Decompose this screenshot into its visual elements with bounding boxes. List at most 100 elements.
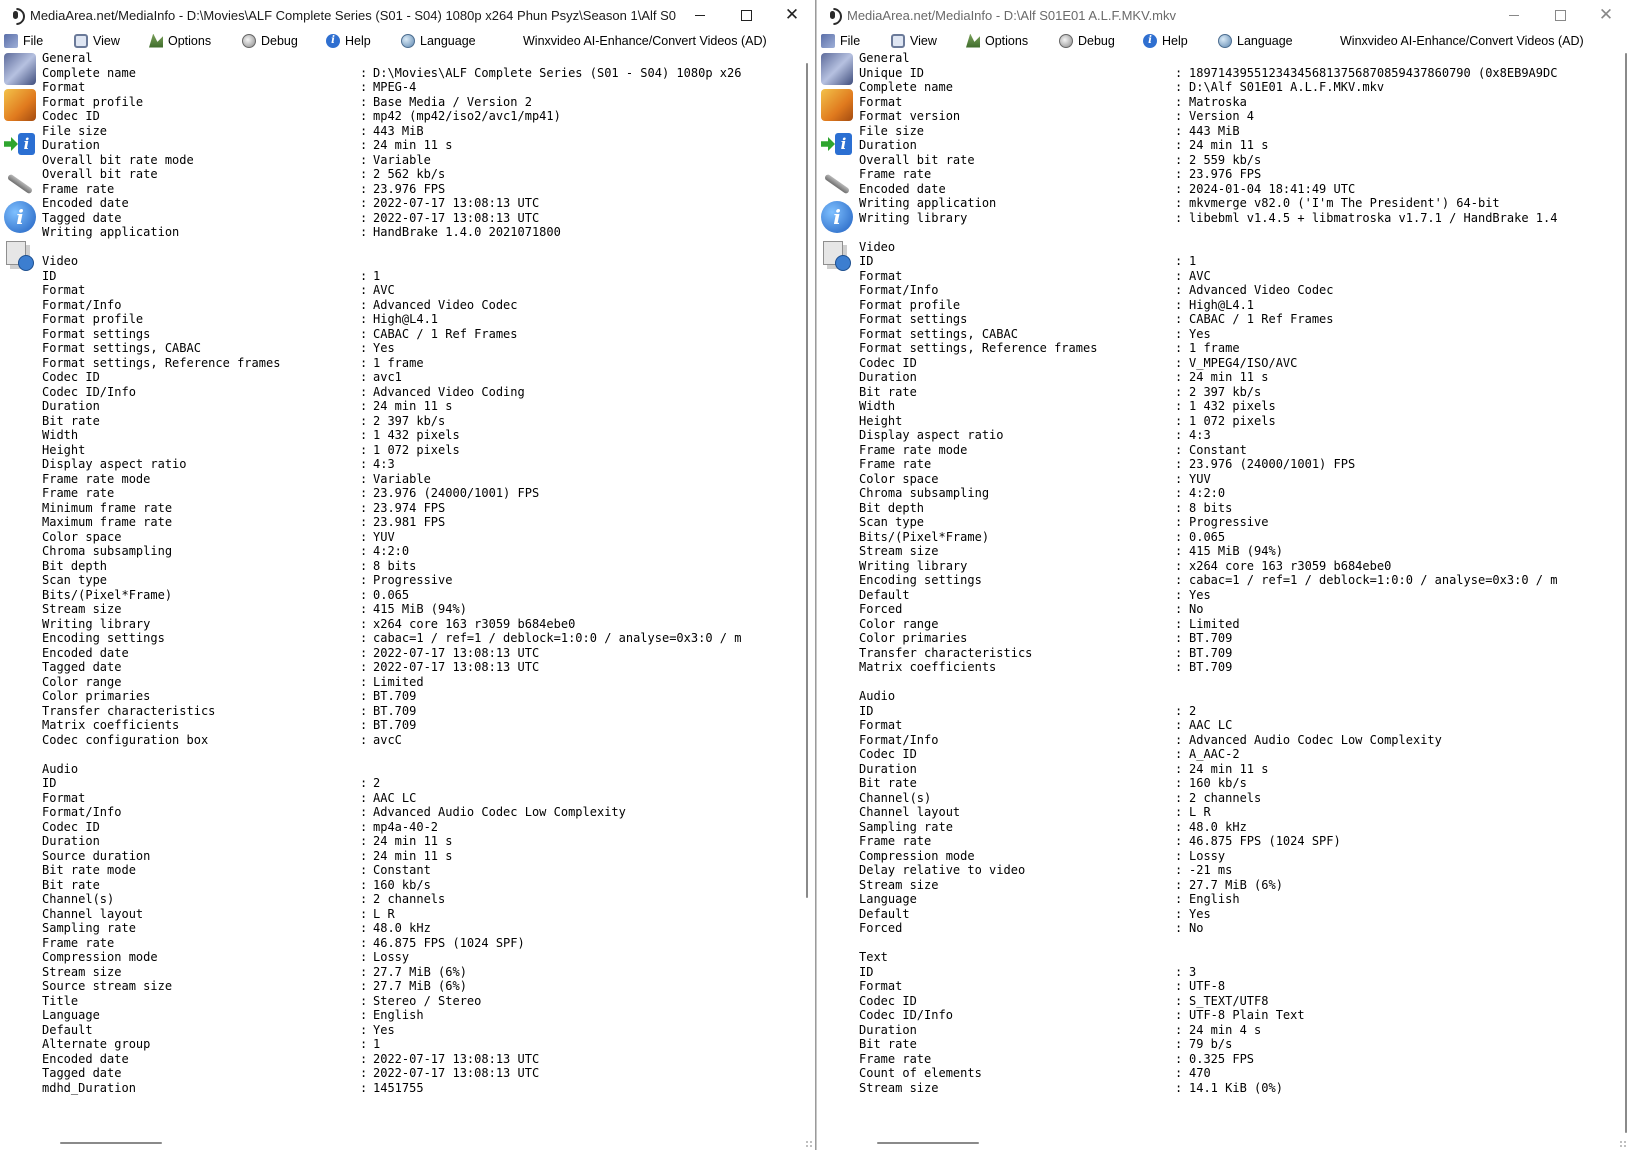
scrollbar-thumb[interactable] [877, 1142, 979, 1144]
info-value: L R [1189, 805, 1211, 819]
info-key: Frame rate [859, 167, 932, 181]
info-value: No [1189, 602, 1204, 616]
info-row: Language: English [859, 892, 1621, 907]
menu-language[interactable]: Language [401, 30, 521, 51]
info-key: Writing library [859, 210, 968, 225]
minimize-button[interactable] [677, 0, 723, 30]
menu-options[interactable]: Options [149, 30, 242, 51]
section-title: Video [859, 239, 896, 254]
scrollbar-thumb[interactable] [1625, 53, 1627, 1133]
tools-icon[interactable] [4, 167, 36, 199]
info-row: File size:443 MiB [42, 124, 800, 139]
menu-file[interactable]: File [4, 30, 74, 51]
separator-colon: : [360, 558, 368, 573]
info-value: 2 channels [373, 892, 446, 906]
minimize-button[interactable] [1491, 0, 1537, 30]
separator-colon: : [1175, 529, 1183, 544]
menu-view[interactable]: View [891, 30, 966, 51]
separator-colon: : [1175, 283, 1183, 297]
info-row: Frame rate:0.325 FPS [859, 1052, 1621, 1067]
window-title: MediaArea.net/MediaInfo - D:\Alf S01E01 … [847, 7, 1177, 23]
info-value: Yes [373, 1022, 395, 1037]
scrollbar-thumb[interactable] [806, 63, 808, 898]
separator-colon: : [360, 326, 368, 341]
separator-colon: : [1175, 152, 1183, 167]
info-key: Codec ID/Info [42, 384, 136, 399]
separator-colon: : [1175, 805, 1183, 819]
separator-colon: : [1175, 616, 1183, 631]
about-info-icon[interactable]: i [4, 201, 36, 233]
menu-debug[interactable]: Debug [242, 30, 326, 51]
info-value: English [373, 1008, 424, 1022]
info-key: Format/Info [859, 283, 939, 297]
file-icon [821, 33, 835, 48]
info-key: Bit rate [42, 413, 100, 428]
vertical-scrollbar[interactable] [803, 51, 811, 1136]
info-value: mkvmerge v82.0 ('I'm The President') 64-… [1189, 196, 1500, 210]
info-row: Codec ID: mp4a-40-2 [42, 820, 800, 835]
menu-language[interactable]: Language [1218, 30, 1338, 51]
menu-options-label: Options [985, 33, 1029, 48]
info-row: Maximum frame rate:23.981 FPS [42, 515, 800, 530]
info-key: Sampling rate [42, 921, 136, 935]
info-row: Format/Info: Advanced Audio Codec Low Com… [42, 805, 800, 820]
export-info-icon[interactable] [4, 129, 36, 161]
separator-colon: : [360, 297, 368, 312]
horizontal-scrollbar[interactable] [42, 1139, 803, 1147]
maximize-button[interactable] [723, 0, 769, 30]
resize-grip[interactable] [805, 1140, 813, 1148]
info-value: Yes [1189, 906, 1211, 921]
basic-view-icon[interactable] [4, 53, 36, 85]
sheet-view-icon[interactable] [4, 89, 36, 121]
info-key: Stream size [42, 964, 122, 979]
title-bar[interactable]: MediaArea.net/MediaInfo - D:\Movies\ALF … [0, 0, 815, 30]
sheet-view-icon[interactable] [821, 89, 853, 121]
info-value: D:\Movies\ALF Complete Series (S01 - S04… [373, 65, 742, 80]
tools-icon[interactable] [821, 167, 853, 199]
info-text-view[interactable]: General Unique ID:18971439551234345681375… [859, 51, 1621, 1139]
separator-colon: : [1175, 834, 1183, 848]
info-text-view[interactable]: General Complete name: D:\Movies\ALF Compl… [42, 51, 800, 1139]
menu-options[interactable]: Options [966, 30, 1059, 51]
separator-colon: : [1175, 631, 1183, 645]
resize-grip[interactable] [1619, 1140, 1627, 1148]
info-value: BT.709 [373, 718, 417, 732]
info-key: Frame rate [859, 1051, 932, 1066]
info-value: CABAC / 1 Ref Frames [1189, 312, 1334, 326]
menu-ad-link[interactable]: Winxvideo AI-Enhance/Convert Videos (AD) [1340, 30, 1584, 51]
files-icon[interactable] [821, 239, 853, 271]
info-key: Default [42, 1022, 93, 1037]
separator-colon: : [1175, 210, 1183, 225]
info-value: Matroska [1189, 94, 1247, 109]
info-row: Duration:24 min 11 s [42, 399, 800, 414]
menu-file[interactable]: File [821, 30, 891, 51]
separator-colon: : [360, 616, 368, 631]
scrollbar-thumb[interactable] [60, 1142, 162, 1144]
separator-colon: : [1175, 500, 1183, 515]
separator-colon: : [360, 950, 368, 964]
export-info-icon[interactable] [821, 129, 853, 161]
info-key: File size [42, 123, 108, 138]
title-bar[interactable]: MediaArea.net/MediaInfo - D:\Alf S01E01 … [817, 0, 1629, 30]
separator-colon: : [1175, 268, 1183, 283]
info-value: No [1189, 921, 1204, 935]
menu-help[interactable]: i Help [326, 30, 401, 51]
basic-view-icon[interactable] [821, 53, 853, 85]
files-icon[interactable] [4, 239, 36, 271]
vertical-scrollbar[interactable] [1622, 51, 1629, 1136]
info-value: 23.976 FPS [373, 181, 446, 196]
close-button[interactable]: ✕ [1583, 0, 1629, 30]
separator-colon: : [360, 500, 368, 515]
menu-help[interactable]: i Help [1143, 30, 1218, 51]
info-value: -21 ms [1189, 863, 1233, 877]
menu-debug[interactable]: Debug [1059, 30, 1143, 51]
separator-colon: : [1175, 312, 1183, 326]
horizontal-scrollbar[interactable] [859, 1139, 1617, 1147]
about-info-icon[interactable]: i [821, 201, 853, 233]
close-button[interactable]: ✕ [769, 0, 815, 30]
separator-colon: : [1175, 790, 1183, 805]
menu-view[interactable]: View [74, 30, 149, 51]
maximize-button[interactable] [1537, 0, 1583, 30]
info-row: Display aspect ratio:4:3 [42, 457, 800, 472]
menu-ad-link[interactable]: Winxvideo AI-Enhance/Convert Videos (AD) [523, 30, 767, 51]
